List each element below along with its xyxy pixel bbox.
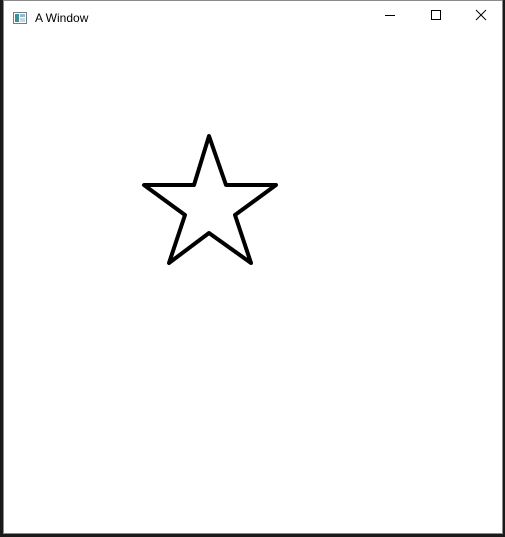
minimize-button[interactable]: [367, 1, 413, 33]
minimize-icon: [384, 8, 396, 26]
star-shape: [142, 134, 278, 265]
canvas-svg: [142, 134, 278, 265]
close-button[interactable]: [458, 1, 504, 33]
title-bar[interactable]: A Window: [4, 1, 502, 35]
maximize-icon: [430, 8, 442, 26]
drawing-canvas[interactable]: [4, 35, 502, 533]
application-window: A Window: [3, 0, 503, 534]
window-title: A Window: [35, 11, 89, 25]
close-icon: [475, 8, 487, 26]
app-window-icon[interactable]: [13, 11, 27, 24]
maximize-button[interactable]: [413, 1, 459, 33]
